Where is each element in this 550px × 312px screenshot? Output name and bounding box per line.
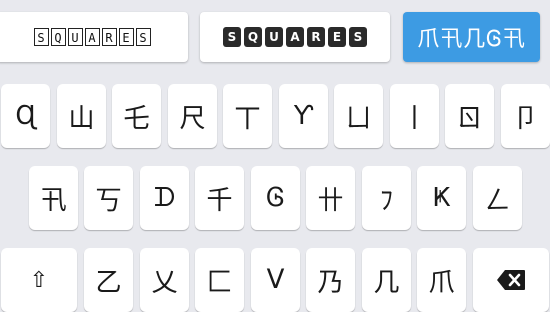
- key[interactable]: 卄: [306, 166, 355, 230]
- key[interactable]: Ꮆ: [251, 166, 300, 230]
- letter-box: S: [33, 28, 49, 46]
- shift-icon: ⇧: [29, 267, 49, 293]
- key[interactable]: ᗪ: [140, 166, 189, 230]
- letter-box: Q: [244, 27, 262, 47]
- key[interactable]: Ɋ: [1, 84, 50, 148]
- key[interactable]: 卂: [29, 166, 78, 230]
- letter-box: Q: [50, 28, 66, 46]
- letter-box: A: [286, 27, 304, 47]
- key[interactable]: 尺: [168, 84, 217, 148]
- key[interactable]: 乇: [112, 84, 161, 148]
- key[interactable]: ﾌ: [362, 166, 411, 230]
- key[interactable]: ᐯ: [251, 248, 300, 312]
- letter-box: S: [223, 27, 241, 47]
- letter-box: U: [265, 27, 283, 47]
- delete-key[interactable]: [473, 248, 549, 312]
- key[interactable]: 丂: [84, 166, 133, 230]
- key[interactable]: 几: [362, 248, 411, 312]
- key[interactable]: 丅: [223, 84, 272, 148]
- key[interactable]: 千: [195, 166, 244, 230]
- key[interactable]: 山: [57, 84, 106, 148]
- backspace-icon: [497, 270, 525, 290]
- shift-key[interactable]: ⇧: [1, 248, 77, 312]
- letter-box: R: [307, 27, 325, 47]
- style-option-active[interactable]: 爪卂几Ꮆ卂: [403, 12, 540, 62]
- style-option-squares-outline[interactable]: S Q U A R E S: [0, 12, 188, 62]
- key[interactable]: 乙: [84, 248, 133, 312]
- letter-box: A: [84, 28, 100, 46]
- key[interactable]: 匚: [195, 248, 244, 312]
- letter-box: E: [118, 28, 134, 46]
- key[interactable]: 爪: [417, 248, 466, 312]
- active-style-label: 爪卂几Ꮆ卂: [417, 27, 526, 52]
- letter-box: S: [349, 27, 367, 47]
- letter-box: R: [101, 28, 117, 46]
- squares-filled-preview: S Q U A R E S: [223, 27, 367, 47]
- font-style-bar: S Q U A R E S S Q U A R E S 爪卂几Ꮆ卂: [0, 12, 550, 64]
- key[interactable]: 卩: [501, 84, 550, 148]
- squares-outline-preview: S Q U A R E S: [33, 28, 151, 46]
- key[interactable]: Ҝ: [417, 166, 466, 230]
- key[interactable]: 乃: [306, 248, 355, 312]
- key[interactable]: ㄩ: [334, 84, 383, 148]
- key[interactable]: ㄥ: [473, 166, 522, 230]
- key[interactable]: 丨: [390, 84, 439, 148]
- letter-box: E: [328, 27, 346, 47]
- letter-box: U: [67, 28, 83, 46]
- letter-box: S: [135, 28, 151, 46]
- key[interactable]: ㄖ: [445, 84, 494, 148]
- style-option-squares-filled[interactable]: S Q U A R E S: [200, 12, 390, 62]
- key[interactable]: Ƴ: [279, 84, 328, 148]
- key[interactable]: 乂: [140, 248, 189, 312]
